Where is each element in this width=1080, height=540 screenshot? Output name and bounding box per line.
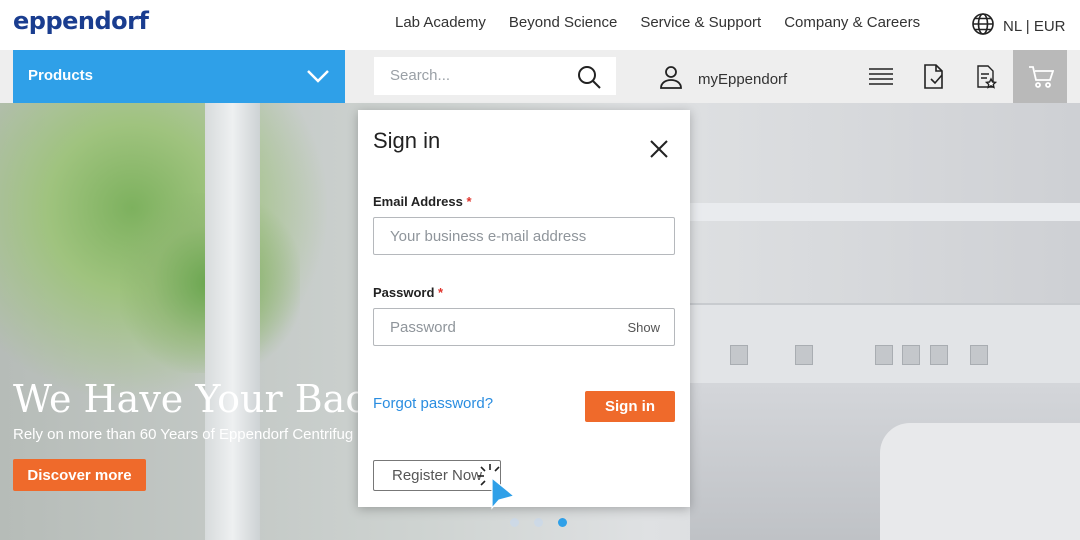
hero-background-centrifuge xyxy=(880,423,1080,540)
signin-dialog: Sign in Email Address * Password * Show … xyxy=(358,110,690,507)
cart-button[interactable] xyxy=(1013,50,1067,103)
carousel-dots xyxy=(510,518,567,527)
discover-more-button[interactable]: Discover more xyxy=(13,459,146,491)
hero-background-pillar xyxy=(205,103,260,540)
signin-button[interactable]: Sign in xyxy=(585,391,675,422)
email-label-text: Email Address xyxy=(373,194,463,209)
cabinet-knob xyxy=(930,345,948,365)
email-field-wrapper xyxy=(373,217,675,255)
nav-lab-academy[interactable]: Lab Academy xyxy=(395,14,486,31)
nav-service-support[interactable]: Service & Support xyxy=(640,14,761,31)
required-mark: * xyxy=(466,194,472,209)
hero-subtitle: Rely on more than 60 Years of Eppendorf … xyxy=(13,426,354,443)
email-field[interactable] xyxy=(388,227,622,246)
signin-title: Sign in xyxy=(373,128,441,153)
password-label: Password * xyxy=(373,285,443,300)
main-nav: Lab Academy Beyond Science Service & Sup… xyxy=(395,14,943,31)
my-eppendorf-link[interactable]: myEppendorf xyxy=(658,64,787,94)
toolbar: Products myEppendorf xyxy=(0,50,1080,103)
cabinet-knob xyxy=(970,345,988,365)
favorite-document-icon[interactable] xyxy=(976,64,998,95)
locale-selector[interactable]: NL | EUR xyxy=(971,12,1066,40)
cabinet-knob xyxy=(730,345,748,365)
hero-background-shelf xyxy=(690,203,1080,221)
search-box xyxy=(374,57,616,95)
show-password-toggle[interactable]: Show xyxy=(627,320,660,335)
cabinet-knob xyxy=(902,345,920,365)
carousel-dot[interactable] xyxy=(510,518,519,527)
password-field[interactable] xyxy=(388,318,622,337)
globe-icon xyxy=(971,12,995,40)
locale-label: NL | EUR xyxy=(1003,17,1066,35)
eppendorf-logo[interactable]: eppendorf xyxy=(13,7,149,35)
nav-company-careers[interactable]: Company & Careers xyxy=(784,14,920,31)
cabinet-knob xyxy=(875,345,893,365)
carousel-dot[interactable] xyxy=(534,518,543,527)
document-download-icon[interactable] xyxy=(922,63,946,96)
products-label: Products xyxy=(28,67,94,84)
nav-beyond-science[interactable]: Beyond Science xyxy=(509,14,617,31)
cart-icon xyxy=(1028,65,1055,94)
products-menu-button[interactable]: Products xyxy=(13,50,345,103)
forgot-password-link[interactable]: Forgot password? xyxy=(373,395,493,412)
search-input[interactable] xyxy=(388,66,572,85)
required-mark: * xyxy=(438,285,444,300)
cabinet-knob xyxy=(795,345,813,365)
user-icon xyxy=(658,64,684,94)
chevron-down-icon xyxy=(305,67,331,90)
hero-title: We Have Your Back xyxy=(13,377,390,421)
list-icon[interactable] xyxy=(868,67,894,90)
search-icon[interactable] xyxy=(576,64,602,95)
my-eppendorf-label: myEppendorf xyxy=(698,70,788,88)
close-icon[interactable] xyxy=(648,138,670,160)
mouse-cursor-icon xyxy=(476,462,518,517)
hero-background-cabinet xyxy=(690,303,1080,385)
carousel-dot-active[interactable] xyxy=(558,518,567,527)
password-label-text: Password xyxy=(373,285,435,300)
email-label: Email Address * xyxy=(373,194,472,209)
top-nav: eppendorf Lab Academy Beyond Science Ser… xyxy=(0,0,1080,50)
password-field-wrapper: Show xyxy=(373,308,675,346)
